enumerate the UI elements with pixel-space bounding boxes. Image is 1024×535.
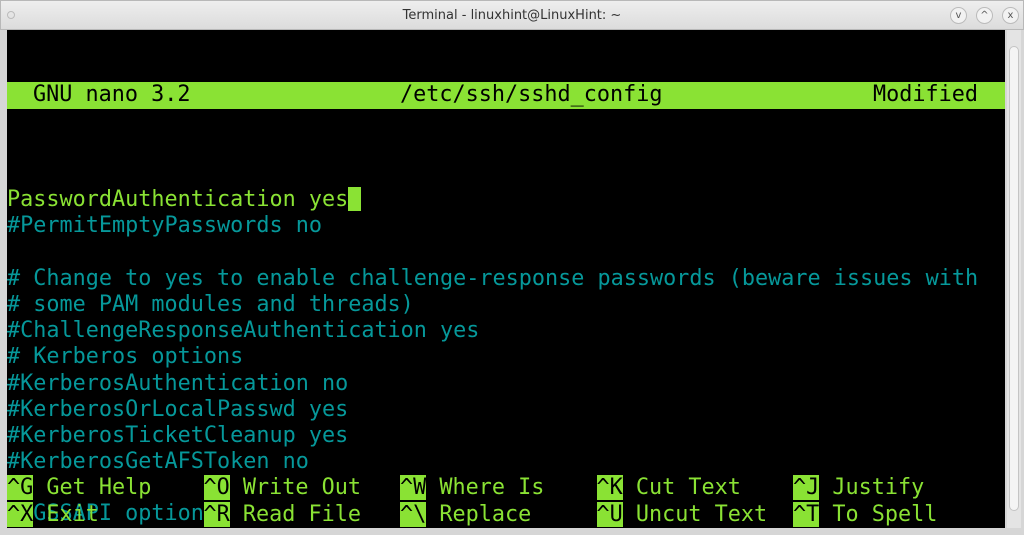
line-text: # Change to yes to enable challenge-resp… [7,265,979,291]
editor-line[interactable]: PasswordAuthentication yes [7,187,1005,213]
shortcut-cut-text[interactable]: ^K Cut Text [596,475,741,501]
shortcut-key: ^G [7,475,34,501]
line-text: #PermitEmptyPasswords no [7,213,322,239]
minimize-button[interactable]: v [950,7,967,24]
shortcut-key: ^J [793,475,820,501]
shortcut-key: ^U [596,501,623,527]
shortcut-read-file[interactable]: ^R Read File [203,501,361,528]
shortcut-key: ^\ [400,501,427,527]
scrollbar[interactable] [1007,30,1021,528]
shortcut-get-help[interactable]: ^G Get Help [7,475,151,501]
editor-line[interactable]: #ChallengeResponseAuthentication yes [7,318,1005,344]
shortcut-justify[interactable]: ^J Justify [793,475,924,501]
window-title: Terminal - linuxhint@LinuxHint: ~ [402,8,622,23]
window-titlebar: Terminal - linuxhint@LinuxHint: ~ v ^ x [0,0,1024,30]
shortcut-label: Uncut Text [635,501,768,527]
editor-line[interactable]: #KerberosGetAFSToken no [7,449,1005,475]
shortcut-label: Write Out [242,475,361,501]
line-text: #KerberosOrLocalPasswd yes [7,396,349,422]
line-text: #ChallengeResponseAuthentication yes [7,318,480,344]
editor-line[interactable] [7,161,1005,187]
shortcut-label: Justify [832,475,925,501]
shortcut-key: ^R [203,501,230,527]
close-button[interactable]: x [1002,7,1019,24]
terminal-area[interactable]: GNU nano 3.2 /etc/ssh/sshd_config Modifi… [7,30,1005,528]
editor-line[interactable]: #KerberosAuthentication no [7,371,1005,397]
shortcut-exit[interactable]: ^X Exit [7,501,99,528]
line-text: #KerberosGetAFSToken no [7,449,309,475]
editor-line[interactable] [7,240,1005,266]
editor-line[interactable]: # Change to yes to enable challenge-resp… [7,266,1005,292]
scrollbar-thumb[interactable] [1009,46,1019,511]
shortcut-label: Read File [242,501,361,527]
editor-line[interactable]: #KerberosOrLocalPasswd yes [7,397,1005,423]
editor-line[interactable]: # some PAM modules and threads) [7,292,1005,318]
editor-content[interactable]: PasswordAuthentication yes #PermitEmptyPa… [7,161,1005,528]
nano-version: GNU nano 3.2 [33,82,191,108]
editor-line[interactable]: #KerberosTicketCleanup yes [7,423,1005,449]
line-text: #KerberosAuthentication no [7,370,349,396]
line-text: #KerberosTicketCleanup yes [7,422,349,448]
shortcut-label: Exit [46,501,99,527]
maximize-button[interactable]: ^ [976,7,993,24]
line-text: # Kerberos options [7,344,244,370]
shortcut-key: ^K [596,475,623,501]
shortcut-label: Get Help [46,475,152,501]
editor-line[interactable]: # Kerberos options [7,344,1005,370]
editor-line[interactable]: #PermitEmptyPasswords no [7,213,1005,239]
shortcut-key: ^W [400,475,427,501]
shortcut-where-is[interactable]: ^W Where Is [400,475,544,501]
text-cursor [348,187,362,212]
shortcut-key: ^T [793,501,820,527]
shortcut-to-spell[interactable]: ^T To Spell [793,501,938,528]
line-text: # some PAM modules and threads) [7,291,414,317]
shortcut-write-out[interactable]: ^O Write Out [203,475,361,501]
shortcut-uncut-text[interactable]: ^U Uncut Text [596,501,768,528]
nano-header: GNU nano 3.2 /etc/ssh/sshd_config Modifi… [7,82,1005,109]
shortcut-key: ^X [7,501,34,527]
file-name: /etc/ssh/sshd_config [400,82,663,108]
shortcut-label: Cut Text [635,475,741,501]
shortcut-key: ^O [203,475,230,501]
shortcut-label: To Spell [832,501,938,527]
shortcut-label: Where Is [439,475,545,501]
shortcut-replace[interactable]: ^\ Replace [400,501,532,528]
line-text: PasswordAuthentication yes [7,187,349,213]
modified-status: Modified [873,82,978,108]
shortcut-label: Replace [439,501,532,527]
